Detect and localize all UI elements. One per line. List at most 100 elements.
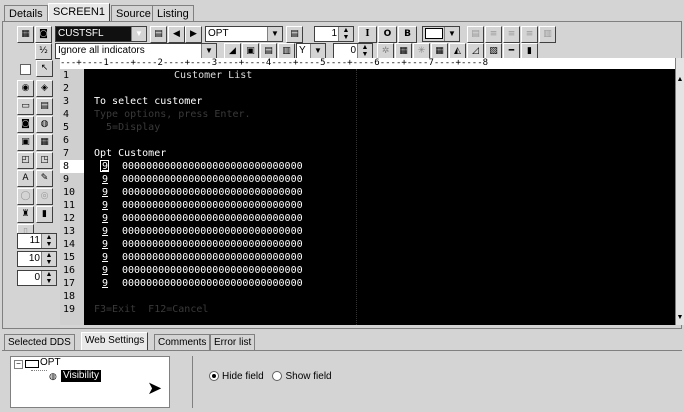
column-spinner[interactable]: 0 ▲ ▼	[333, 43, 373, 59]
tab-error-list[interactable]: Error list	[210, 334, 256, 350]
next-record-icon[interactable]: ▶	[185, 26, 202, 43]
customer-field[interactable]: 000000000000000000000000000000	[122, 251, 303, 264]
text-box-icon[interactable]: ▭	[17, 98, 34, 115]
book-icon[interactable]: ▮	[36, 206, 53, 223]
hide-field-label[interactable]: Hide field	[222, 371, 264, 382]
input-field-icon[interactable]: ◈	[36, 80, 53, 97]
field-properties-icon[interactable]: ▤	[286, 26, 303, 43]
frame-field-icon[interactable]: ▦	[36, 134, 53, 151]
record-format-combo[interactable]: CUSTSFL ▼	[55, 26, 147, 42]
italic-button[interactable]: I	[358, 26, 377, 43]
opt-field[interactable]: 9	[102, 225, 108, 238]
tab-web-settings[interactable]: Web Settings	[81, 332, 149, 351]
opt-field[interactable]: 9	[102, 186, 108, 199]
customer-field[interactable]: 000000000000000000000000000000	[122, 225, 303, 238]
image-field-icon[interactable]: ◙	[17, 116, 34, 133]
chevron-down-icon[interactable]: ▼	[131, 27, 146, 41]
color-combo[interactable]: ▼	[422, 26, 460, 42]
opt-field[interactable]: 9	[102, 212, 108, 225]
opt-field[interactable]: 9	[102, 264, 108, 277]
subfile-icon[interactable]: ◙	[35, 26, 52, 43]
hide-field-radio[interactable]	[209, 371, 219, 382]
tab-comments[interactable]: Comments	[154, 334, 211, 350]
left-spinner-3[interactable]: 0 ▲ ▼	[17, 270, 57, 286]
screen-title[interactable]: Customer List	[174, 69, 252, 82]
opt-field[interactable]: 9	[102, 173, 108, 186]
pointer-icon[interactable]: ↖	[36, 60, 53, 77]
scroll-down-icon[interactable]: ▼	[676, 314, 684, 322]
indicator-combo[interactable]: Ignore all indicators ▼	[55, 43, 217, 59]
instruction-text[interactable]: To select customer	[94, 95, 202, 108]
editor-scrollbar[interactable]: ▲ ▼	[675, 58, 684, 325]
screen-editor[interactable]: ---+----1----+----2----+----3----+----4-…	[60, 58, 675, 325]
web-settings-tree[interactable]: − OPT ◍ Visibility ➤	[10, 356, 170, 408]
column-header[interactable]: Opt Customer	[94, 147, 166, 160]
person-icon[interactable]: ♜	[17, 206, 34, 223]
mouse-cursor-icon: ➤	[147, 378, 163, 398]
chevron-down-icon[interactable]: ▼	[310, 44, 325, 58]
bold-button[interactable]: B	[398, 26, 417, 43]
customer-field[interactable]: 000000000000000000000000000000	[122, 277, 303, 290]
tab-details[interactable]: Details	[4, 5, 48, 21]
palette-checkbox[interactable]	[20, 64, 31, 75]
left-spinner-1[interactable]: 11 ▲ ▼	[17, 233, 57, 249]
align-right-icon[interactable]: ≡	[503, 26, 520, 43]
customer-field[interactable]: 000000000000000000000000000000	[122, 199, 303, 212]
edit-text-icon[interactable]: ✎	[36, 170, 53, 187]
row-spinner[interactable]: 1 ▲ ▼	[314, 26, 354, 42]
tab-listing[interactable]: Listing	[152, 5, 194, 21]
spinner-arrows-icon[interactable]: ▲ ▼	[41, 234, 56, 248]
y-combo[interactable]: Y ▼	[296, 43, 326, 59]
record-icon[interactable]: ▦	[17, 26, 34, 43]
field-combo[interactable]: OPT ▼	[205, 26, 283, 42]
tab-source[interactable]: Source	[111, 5, 156, 21]
function-keys-text[interactable]: F3=Exit F12=Cancel	[94, 303, 208, 316]
circle-icon[interactable]: ◎	[36, 188, 53, 205]
paste-field-icon[interactable]: ◳	[36, 152, 53, 169]
text-tool-icon[interactable]: A	[17, 170, 34, 187]
spinner-arrows-icon[interactable]: ▲ ▼	[41, 252, 56, 266]
display-option-text[interactable]: 5=Display	[94, 121, 160, 134]
show-field-label[interactable]: Show field	[285, 371, 331, 382]
outline-button[interactable]: O	[378, 26, 397, 43]
output-field-icon[interactable]: ◉	[17, 80, 34, 97]
record-properties-icon[interactable]: ▤	[150, 26, 167, 43]
tree-root-label[interactable]: OPT	[40, 357, 61, 368]
type-options-text[interactable]: Type options, press Enter.	[94, 108, 251, 121]
hotspot-icon[interactable]: ◍	[36, 116, 53, 133]
customer-field[interactable]: 000000000000000000000000000000	[122, 160, 303, 173]
opt-field[interactable]: 9	[102, 160, 108, 173]
list-box-icon[interactable]: ▤	[36, 98, 53, 115]
column-icon[interactable]: ▥	[539, 26, 556, 43]
tab-selected-dds[interactable]: Selected DDS	[4, 334, 75, 350]
spinner-arrows-icon[interactable]: ▲ ▼	[41, 271, 56, 285]
window-field-icon[interactable]: ▣	[17, 134, 34, 151]
left-spinner-2[interactable]: 10 ▲ ▼	[17, 251, 57, 267]
opt-field[interactable]: 9	[102, 251, 108, 264]
tree-child-visibility[interactable]: Visibility	[61, 370, 101, 382]
collapse-icon[interactable]: −	[14, 360, 23, 369]
opt-field[interactable]: 9	[102, 199, 108, 212]
previous-record-icon[interactable]: ◀	[168, 26, 185, 43]
customer-field[interactable]: 000000000000000000000000000000	[122, 238, 303, 251]
chevron-down-icon[interactable]: ▼	[444, 27, 459, 41]
scroll-up-icon[interactable]: ▲	[676, 76, 684, 84]
spinner-arrows-icon[interactable]: ▲ ▼	[338, 27, 353, 41]
shape-icon[interactable]: ◯	[17, 188, 34, 205]
align-center-icon[interactable]: ≡	[485, 26, 502, 43]
chevron-down-icon[interactable]: ▼	[201, 44, 216, 58]
chevron-down-icon[interactable]: ▼	[267, 27, 282, 41]
customer-field[interactable]: 000000000000000000000000000000	[122, 186, 303, 199]
customer-field[interactable]: 000000000000000000000000000000	[122, 173, 303, 186]
opt-field[interactable]: 9	[102, 277, 108, 290]
customer-field[interactable]: 000000000000000000000000000000	[122, 264, 303, 277]
align-left-icon[interactable]: ▤	[467, 26, 484, 43]
spinner-arrows-icon[interactable]: ▲ ▼	[357, 44, 372, 58]
show-field-radio[interactable]	[272, 371, 283, 382]
indicator-icon[interactable]: ½	[35, 43, 52, 60]
tab-screen1[interactable]: SCREEN1	[48, 3, 110, 22]
justify-icon[interactable]: ≡	[521, 26, 538, 43]
customer-field[interactable]: 000000000000000000000000000000	[122, 212, 303, 225]
copy-field-icon[interactable]: ◰	[17, 152, 34, 169]
opt-field[interactable]: 9	[102, 238, 108, 251]
